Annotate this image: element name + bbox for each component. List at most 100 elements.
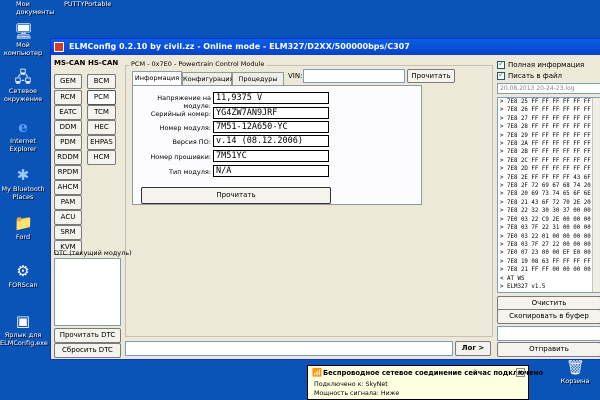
log-line: > 7E8 2A FF FF FF FF FF FF FF xyxy=(500,141,600,148)
log-line: > 7E8 03 7F 22 31 00 00 00 00 xyxy=(500,225,600,232)
desktop-icon-ford[interactable]: 📁 Ford xyxy=(0,214,46,242)
log-line: > 7E8 25 FF FF FF FF FF FF FF xyxy=(500,99,600,105)
module-button-acu[interactable]: ACU xyxy=(54,210,82,225)
write-file-checkbox[interactable]: Писать в файл xyxy=(497,70,563,80)
notification-connected: Подключено к: SkyNet xyxy=(314,381,388,388)
shortcut-icon: ▣ xyxy=(15,312,31,330)
module-button-srm[interactable]: SRM xyxy=(54,225,82,240)
vin-label: VIN: xyxy=(288,72,303,80)
log-line: > 7E8 27 FF FF FF FF FF FF FF xyxy=(500,115,600,122)
module-button-rcm[interactable]: RCM xyxy=(54,90,82,105)
pcm-group-title: PCM - 0x7E0 - Powertrain Control Module xyxy=(129,60,267,68)
send-button[interactable]: Отправить xyxy=(497,342,600,357)
dtc-list[interactable] xyxy=(54,258,121,326)
info-label-serial: Серийный номер: xyxy=(150,110,211,118)
info-value-serial[interactable]: YG4ZW7AN9JRF xyxy=(213,107,329,119)
window-titlebar[interactable]: ELMConfig 0.2.10 by civil.zz - Online mo… xyxy=(51,39,600,55)
folder-icon: 📁 xyxy=(14,214,33,232)
tab-procedures[interactable]: Процедуры xyxy=(232,72,284,85)
write-file-label: Писать в файл xyxy=(508,72,563,80)
vin-read-button[interactable]: Прочитать xyxy=(407,69,455,83)
log-line: > 7E8 21 FF FF 00 00 00 00 00 xyxy=(500,267,600,274)
log-line: > 7E0 03 22 C9 2E 00 00 00 00 xyxy=(500,216,600,223)
desktop-icon-label: Мой компьютер xyxy=(3,41,43,57)
desktop-label-my-documents[interactable]: Мои документы xyxy=(16,0,54,16)
log-line: > 7E8 26 FF FF FF FF FF FF FF xyxy=(500,107,600,114)
checkbox-checked-icon xyxy=(497,70,505,80)
log-line: > 7E0 07 23 00 00 EF E0 00 07 xyxy=(500,250,600,257)
desktop-icon-internet-explorer[interactable]: e Internet Explorer xyxy=(0,118,46,153)
desktop-icon-forscan[interactable]: ⚙ FORScan xyxy=(0,262,46,290)
log-line: > 7E8 2D FF FF FF FF FF FF FF xyxy=(500,166,600,173)
wireless-icon: 📶 xyxy=(312,368,322,377)
desktop-icon-bluetooth[interactable]: ✱ My Bluetooth Places xyxy=(0,166,46,201)
app-icon xyxy=(54,42,64,52)
module-button-pam[interactable]: PAM xyxy=(54,195,82,210)
log-line: > 7E8 2F 72 69 67 68 74 20 56 xyxy=(500,183,600,190)
dtc-label: DTC (текущий модуль) xyxy=(54,249,132,257)
desktop-icon-label: Ford xyxy=(15,233,31,241)
log-file-field[interactable]: 20.08.2013 20-24-23.log xyxy=(497,83,600,94)
full-info-checkbox[interactable]: Полная информация xyxy=(497,59,585,69)
module-button-rddm[interactable]: RDDM xyxy=(54,150,82,165)
desktop-icon-label: Сетевое окружение xyxy=(3,87,43,103)
wireless-notification[interactable]: 📶 Беспроводное сетевое соединение сейчас… xyxy=(307,365,543,400)
module-button-ahcm[interactable]: AHCM xyxy=(54,180,82,195)
module-button-gem[interactable]: GEM xyxy=(54,74,82,89)
log-line: > 7E8 29 FF FF FF FF FF FF FF xyxy=(500,132,600,139)
read-info-button[interactable]: Прочитать xyxy=(141,187,331,204)
network-icon: 🖧 xyxy=(14,68,32,86)
checkbox-checked-icon xyxy=(497,59,505,69)
info-value-voltage[interactable]: 11,9375 V xyxy=(213,92,329,104)
module-button-pdm[interactable]: PDM xyxy=(54,135,82,150)
module-button-pcm[interactable]: PCM xyxy=(87,90,116,105)
ms-can-header: MS-CAN xyxy=(54,59,86,67)
tab-information[interactable]: Информация xyxy=(132,71,182,86)
module-button-hcm[interactable]: HCM xyxy=(87,150,116,165)
copy-log-button[interactable]: Скопировать в буфер xyxy=(497,309,600,324)
module-button-bcm[interactable]: BCM xyxy=(87,74,116,89)
desktop-icon-elmconfig-shortcut[interactable]: ▣ Ярлык для ELMConfig.exe xyxy=(0,312,48,347)
computer-icon: 🖥 xyxy=(14,22,34,40)
desktop-icon-recycle-bin[interactable]: 🗑 Корзина xyxy=(552,358,598,386)
info-value-software-version[interactable]: v.14 (08.12.2006) xyxy=(213,135,329,147)
module-button-hec[interactable]: HEC xyxy=(87,120,116,135)
desktop-icon-label: Корзина xyxy=(560,377,590,385)
log-line: > 7E8 28 FF FF FF FF FF FF FF xyxy=(500,124,600,131)
log-list[interactable]: > 7E8 25 FF FF FF FF FF FF FF > 7E8 26 FF… xyxy=(497,97,600,293)
vin-input[interactable] xyxy=(303,69,405,83)
module-button-ehpas[interactable]: EHPAS xyxy=(87,135,116,150)
module-button-ddm[interactable]: DDM xyxy=(54,120,82,135)
log-toggle-button[interactable]: Лог > xyxy=(455,341,491,356)
send-command-input[interactable] xyxy=(497,326,600,341)
log-line: > 7E8 22 32 30 30 37 00 00 00 xyxy=(500,208,600,215)
information-panel: Напряжение на модуле: 11,9375 V Серийный… xyxy=(132,85,422,205)
log-line: > 7E8 21 43 6F 72 70 2E 20 00 xyxy=(500,199,600,206)
desktop-icon-label: FORScan xyxy=(8,281,38,289)
log-line: > 7E8 10 08 63 FF FF FF FF FF xyxy=(500,258,600,265)
log-line: > 7E8 2C FF FF FF FF FF FF FF xyxy=(500,157,600,164)
module-button-rpdm[interactable]: RPDM xyxy=(54,165,82,180)
info-label-module-type: Тип модуля: xyxy=(169,168,211,176)
desktop-icon-network[interactable]: 🖧 Сетевое окружение xyxy=(0,68,46,103)
info-value-module-number[interactable]: 7M51-12A650-YC xyxy=(213,121,329,133)
desktop-icon-my-computer[interactable]: 🖥 Мой компьютер xyxy=(0,22,46,57)
bluetooth-icon: ✱ xyxy=(16,166,30,184)
info-label-voltage: Напряжение на модуле: xyxy=(157,94,211,110)
internet-explorer-icon: e xyxy=(18,118,28,136)
read-dtc-button[interactable]: Прочитать DTC xyxy=(54,328,121,343)
command-input[interactable] xyxy=(125,341,453,356)
reset-dtc-button[interactable]: Сбросить DTC xyxy=(54,343,121,358)
hs-can-header: HS-CAN xyxy=(88,59,119,67)
info-value-module-type[interactable]: N/A xyxy=(213,165,329,177)
module-button-tcm[interactable]: TCM xyxy=(87,105,116,120)
module-button-eatc[interactable]: EATC xyxy=(54,105,82,120)
info-value-firmware-number[interactable]: 7M51YC xyxy=(213,150,329,162)
desktop-label-putty[interactable]: PUTTYPortable xyxy=(64,0,111,8)
close-icon[interactable]: ✕ xyxy=(516,368,525,377)
log-scrollbar[interactable] xyxy=(592,98,600,292)
full-info-label: Полная информация xyxy=(508,61,585,69)
notification-signal: Мощность сигнала: Ниже xyxy=(314,390,400,397)
log-line: > ELM327 v1.5 xyxy=(500,283,546,290)
tab-configuration[interactable]: Конфигурация xyxy=(182,72,234,85)
